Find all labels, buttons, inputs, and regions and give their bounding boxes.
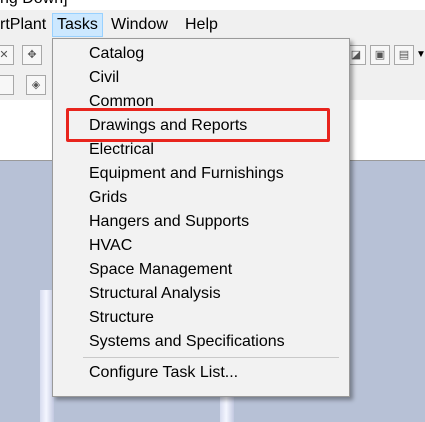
task-item-equipment-and-furnishings[interactable]: Equipment and Furnishings	[89, 163, 284, 185]
task-item-catalog[interactable]: Catalog	[89, 43, 144, 65]
task-item-electrical[interactable]: Electrical	[89, 139, 154, 161]
task-item-drawings-and-reports[interactable]: Drawings and Reports	[89, 115, 247, 137]
move-icon[interactable]: ✥	[22, 45, 42, 65]
menu-tasks[interactable]: Tasks	[52, 13, 103, 37]
view-icon[interactable]: ▣	[370, 45, 390, 65]
task-item-grids[interactable]: Grids	[89, 187, 127, 209]
task-item-hangers-and-supports[interactable]: Hangers and Supports	[89, 211, 249, 233]
options-icon[interactable]: ▤	[394, 45, 414, 65]
window-title-bar: ng Down]	[0, 0, 425, 10]
configure-task-list-item[interactable]: Configure Task List...	[89, 362, 238, 384]
cube-icon[interactable]: ◈	[26, 75, 46, 95]
task-item-space-management[interactable]: Space Management	[89, 259, 232, 281]
task-item-structure[interactable]: Structure	[89, 307, 154, 329]
dropdown-arrow-icon[interactable]: ▼	[416, 49, 425, 60]
menu-window[interactable]: Window	[111, 14, 168, 36]
task-item-common[interactable]: Common	[89, 91, 154, 113]
task-item-hvac[interactable]: HVAC	[89, 235, 132, 257]
menu-help[interactable]: Help	[185, 14, 218, 36]
task-item-systems-and-specifications[interactable]: Systems and Specifications	[89, 331, 285, 353]
menu-smartplant[interactable]: rtPlant	[0, 14, 46, 36]
task-item-structural-analysis[interactable]: Structural Analysis	[89, 283, 221, 305]
toolbar-edge-icon[interactable]	[0, 75, 14, 95]
window-title: ng Down]	[0, 0, 68, 8]
task-item-civil[interactable]: Civil	[89, 67, 119, 89]
menu-bar: rtPlant Tasks Window Help	[0, 10, 425, 40]
tasks-dropdown-menu: Catalog Civil Common Drawings and Report…	[52, 38, 350, 397]
close-icon[interactable]: ✕	[0, 45, 14, 65]
menu-separator	[83, 357, 339, 358]
